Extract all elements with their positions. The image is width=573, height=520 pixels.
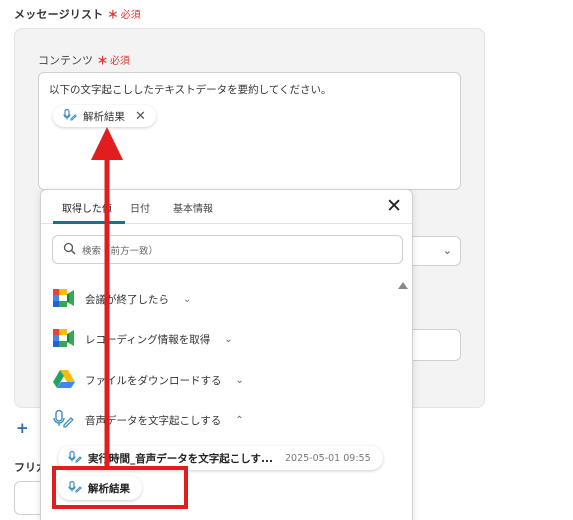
chevron-down-icon: ⌄ — [224, 333, 233, 345]
content-text: 以下の文字起こししたテキストデータを要約してください。 — [49, 84, 332, 96]
content-field-label: コンテンツ＊必須 — [38, 54, 130, 67]
required-star: ＊ — [97, 54, 108, 67]
transcription-icon — [68, 450, 82, 467]
google-meet-icon — [53, 328, 75, 350]
highlight-box — [52, 466, 188, 509]
chevron-down-icon: ⌄ — [235, 374, 244, 386]
chip-label: 解析結果 — [83, 110, 125, 123]
popup-tabs: 取得した値 日付 基本情報 ✕ — [41, 190, 412, 224]
required-label: 必須 — [120, 10, 141, 21]
tab-date[interactable]: 日付 — [130, 200, 150, 215]
add-message-button[interactable]: + — [16, 419, 29, 437]
tab-acquired-values[interactable]: 取得した値 — [62, 200, 112, 215]
tab-basic-info[interactable]: 基本情報 — [173, 200, 213, 215]
background-select[interactable]: ⌄ — [410, 236, 461, 266]
search-icon — [63, 242, 76, 258]
execution-time-label: 実行時間_音声データを文字起こしす... — [88, 452, 274, 465]
execution-timestamp: 2025-05-01 09:55 — [285, 452, 371, 464]
google-drive-icon — [53, 369, 75, 392]
search-placeholder: 検索（前方一致） — [82, 245, 159, 257]
content-textarea[interactable]: 以下の文字起こししたテキストデータを要約してください。 解析結果 ✕ — [38, 72, 461, 190]
transcription-icon — [63, 108, 77, 125]
step-meeting-ended[interactable]: 会議が終了したら ⌄ — [53, 287, 191, 311]
active-tab-indicator — [53, 221, 125, 224]
chevron-down-icon: ⌄ — [442, 244, 452, 257]
remove-chip-icon[interactable]: ✕ — [135, 109, 146, 124]
chevron-down-icon: ⌄ — [183, 293, 192, 305]
step-transcribe-audio[interactable]: 音声データを文字起こしする ⌃ — [53, 408, 244, 432]
section-title: メッセージリスト＊必須 — [14, 8, 141, 21]
chevron-up-icon: ⌃ — [235, 414, 244, 426]
close-icon[interactable]: ✕ — [386, 195, 402, 217]
search-input[interactable]: 検索（前方一致） — [52, 235, 403, 264]
background-input[interactable] — [410, 329, 461, 361]
scroll-up-arrow[interactable] — [398, 282, 408, 289]
step-get-recording[interactable]: レコーディング情報を取得 ⌄ — [53, 327, 233, 351]
google-meet-icon — [53, 288, 75, 310]
variable-chip[interactable]: 解析結果 ✕ — [53, 105, 156, 127]
step-download-file[interactable]: ファイルをダウンロードする ⌄ — [53, 368, 244, 392]
transcription-icon — [53, 409, 75, 432]
required-star: ＊ — [107, 8, 119, 21]
required-label: 必須 — [110, 56, 130, 67]
